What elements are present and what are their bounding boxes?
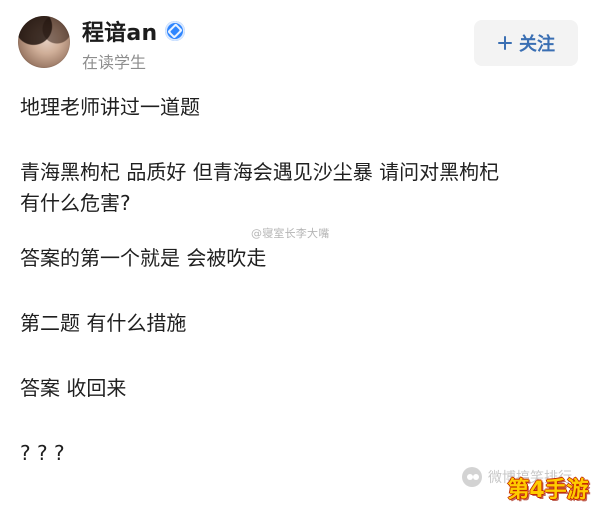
avatar-photo bbox=[18, 16, 70, 68]
post-header: 程谙an 在读学生 关注 bbox=[18, 16, 578, 76]
post-paragraph: ? ? ? bbox=[20, 441, 65, 465]
wechat-icon bbox=[462, 467, 482, 487]
brand-logo: 第4手游 bbox=[505, 471, 591, 505]
post-paragraph: 青海黑枸杞 品质好 但青海会遇见沙尘暴 请问对黑枸杞 有什么危害? bbox=[20, 160, 500, 215]
username-row: 程谙an bbox=[82, 15, 186, 47]
username[interactable]: 程谙an bbox=[82, 15, 157, 47]
post-paragraph: 地理老师讲过一道题 bbox=[20, 95, 200, 119]
post-content: 地理老师讲过一道题 青海黑枸杞 品质好 但青海会遇见沙尘暴 请问对黑枸杞 有什么… bbox=[20, 92, 580, 469]
post-paragraph: 答案 收回来 bbox=[20, 376, 127, 400]
plus-icon bbox=[497, 35, 513, 51]
verified-badge-icon bbox=[165, 21, 186, 41]
follow-button-label: 关注 bbox=[519, 34, 555, 55]
follow-button[interactable]: 关注 bbox=[474, 20, 578, 66]
post-paragraph: 答案的第一个就是 会被吹走 bbox=[20, 246, 267, 270]
center-watermark: @寝室长李大嘴 bbox=[251, 227, 330, 240]
user-subtitle: 在读学生 bbox=[82, 53, 147, 72]
avatar[interactable] bbox=[18, 16, 70, 68]
post-paragraph: 第二题 有什么措施 bbox=[20, 311, 187, 335]
